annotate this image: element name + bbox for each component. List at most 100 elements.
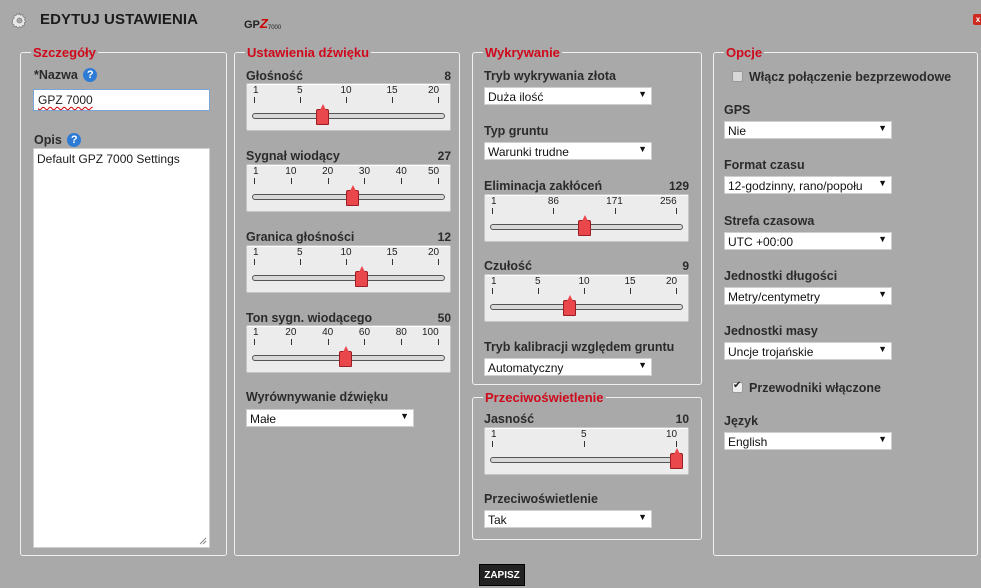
time-format-select[interactable]: 12-godzinny, rano/popołu ▼ [724,176,892,194]
chevron-down-icon: ▼ [877,178,887,188]
guides-label: Przewodniki włączone [749,381,881,395]
threshold-slider[interactable]: 1 10 20 30 40 50 [246,164,451,212]
slider-tick [254,97,255,103]
slider-tick-label: 10 [340,85,352,96]
desc-value: Default GPZ 7000 Settings [37,152,180,166]
slider-tick [438,259,439,265]
language-select[interactable]: English ▼ [724,432,892,450]
slider-tick-label: 1 [491,196,497,207]
slider-tick [676,208,677,214]
slider-tick [327,178,329,184]
slider-tick-label: 40 [322,327,334,338]
close-button[interactable]: x [973,14,981,25]
slider-thumb[interactable] [578,215,592,236]
slider-tick-label: 20 [285,327,297,338]
chevron-down-icon: ▼ [400,411,409,421]
language-value: English [728,435,768,449]
gold-mode-select[interactable]: Duża ilość ▼ [484,87,652,105]
noise-cancel-slider[interactable]: 1 86 171 256 [484,194,689,242]
mass-units-select[interactable]: Uncje trojańskie ▼ [724,342,892,360]
gpz-logo: GPZ7000 [244,16,281,31]
volume-limit-value: 12 [437,230,451,244]
slider-track[interactable] [252,275,445,281]
volume-slider[interactable]: 1 5 10 15 20 [246,83,451,131]
sensitivity-label: Czułość [484,259,532,273]
slider-tick-label: 1 [253,166,259,177]
sensitivity-value: 9 [682,259,689,273]
brightness-value: 10 [675,412,689,426]
slider-tick [614,208,616,214]
slider-tick [290,339,292,345]
name-value: GPZ 7000 [38,93,93,107]
slider-tick-label: 50 [428,166,440,177]
length-units-label: Jednostki długości [724,269,838,283]
slider-tick [492,288,493,294]
volume-limit-slider[interactable]: 1 5 10 15 20 [246,245,451,293]
slider-thumb[interactable] [670,448,683,469]
ground-balance-select[interactable]: Automatyczny ▼ [484,358,652,376]
backlight-value: Tak [488,513,507,527]
wireless-checkbox[interactable] [732,71,743,82]
slider-tick [584,441,585,447]
timezone-select[interactable]: UTC +00:00 ▼ [724,232,892,250]
slider-tick-label: 5 [535,276,541,287]
backlight-legend: Przeciwoświetlenie [485,390,604,405]
resize-grip-icon[interactable] [199,537,207,545]
sound-legend: Ustawienia dźwięku [247,45,370,60]
sensitivity-slider[interactable]: 1 5 10 15 20 [484,274,689,322]
save-button[interactable]: ZAPISZ [479,564,525,586]
slider-track[interactable] [252,113,445,119]
name-input[interactable]: GPZ 7000 [33,89,210,111]
ground-type-select[interactable]: Warunki trudne ▼ [484,142,652,160]
noise-cancel-label: Eliminacja zakłóceń [484,179,603,193]
slider-tick-label: 5 [297,247,303,258]
brightness-label: Jasność [484,412,535,426]
backlight-label: Przeciwoświetlenie [484,492,598,506]
slider-tick-label: 10 [578,276,590,287]
slider-tick-label: 10 [285,166,297,177]
audio-smoothing-select[interactable]: Małe ▼ [246,409,414,427]
name-help-icon[interactable]: ? [83,68,98,82]
slider-thumb[interactable] [563,295,577,316]
desc-textarea[interactable]: Default GPZ 7000 Settings [33,148,210,548]
slider-tick [290,178,292,184]
slider-tick-label: 15 [386,247,398,258]
slider-tick-label: 30 [358,166,371,177]
audio-smoothing-label: Wyrównywanie dźwięku [246,390,389,404]
slider-thumb[interactable] [354,266,368,287]
chevron-down-icon: ▼ [878,123,887,133]
backlight-select[interactable]: Tak ▼ [484,510,652,528]
guides-checkbox[interactable] [732,380,743,393]
brightness-slider[interactable]: 1 5 10 [484,427,689,475]
logo-z: Z [259,16,268,31]
slider-tick [584,288,585,294]
slider-thumb[interactable] [315,104,329,125]
slider-tick-label: 60 [358,327,371,338]
timezone-value: UTC +00:00 [728,235,794,249]
desc-help-icon[interactable]: ? [67,133,82,147]
slider-tick [438,97,439,103]
logo-prefix: GP [244,19,260,31]
slider-tick [364,339,366,345]
slider-tick [438,339,439,345]
gear-icon [11,12,27,29]
slider-thumb[interactable] [339,346,353,367]
chevron-down-icon: ▼ [638,144,647,154]
slider-tick [630,288,631,294]
slider-tick-label: 20 [428,247,440,258]
gps-label: GPS [724,103,751,117]
gps-select[interactable]: Nie ▼ [724,121,892,139]
threshold-pitch-value: 50 [437,311,451,325]
slider-track[interactable] [490,304,683,310]
name-label: *Nazwa [34,68,78,82]
slider-thumb[interactable] [345,185,359,206]
wireless-label: Włącz połączenie bezprzewodowe [749,70,952,84]
length-units-select[interactable]: Metry/centymetry ▼ [724,287,892,305]
slider-tick-label: 15 [624,276,636,287]
slider-track[interactable] [490,457,683,463]
threshold-pitch-slider[interactable]: 1 20 40 60 80 100 [246,325,451,373]
slider-tick-label: 40 [395,166,407,177]
slider-tick-label: 1 [253,85,259,96]
slider-tick [346,259,347,265]
time-format-label: Format czasu [724,158,805,172]
